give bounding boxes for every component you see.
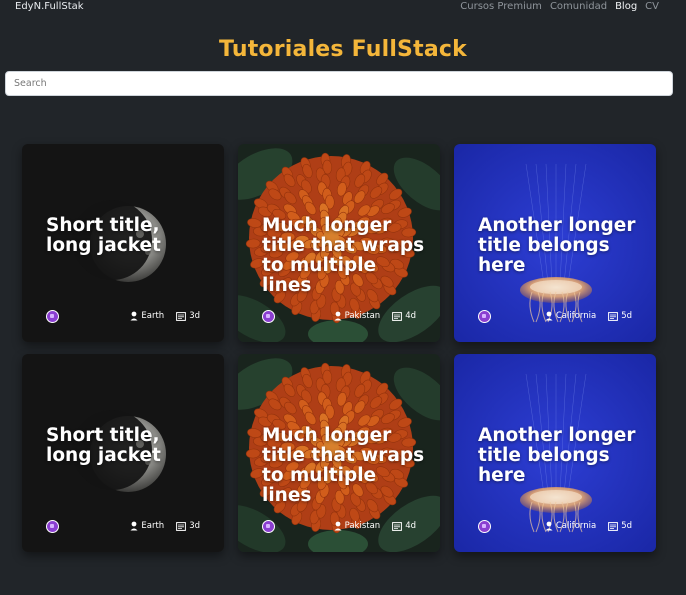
calendar-icon bbox=[608, 521, 619, 531]
card-meta: Earth 3d bbox=[130, 311, 200, 321]
card-location: California bbox=[555, 311, 597, 321]
post-card[interactable]: Another longer title belongs here Califo… bbox=[454, 144, 656, 342]
search-input[interactable] bbox=[5, 71, 673, 96]
card-footer: Pakistan 4d bbox=[262, 310, 416, 325]
post-card[interactable]: Another longer title belongs here Califo… bbox=[454, 354, 656, 552]
card-title: Another longer title belongs here bbox=[478, 425, 636, 486]
card-meta: Earth 3d bbox=[130, 521, 200, 531]
brand-link[interactable]: EdyN.FullStak bbox=[15, 1, 84, 12]
card-footer: Pakistan 4d bbox=[262, 520, 416, 535]
avatar[interactable] bbox=[46, 520, 59, 533]
person-icon bbox=[545, 521, 553, 531]
calendar-icon bbox=[176, 521, 187, 531]
person-icon bbox=[545, 311, 553, 321]
person-icon bbox=[130, 521, 138, 531]
card-location: Pakistan bbox=[344, 311, 381, 321]
card-date: 3d bbox=[189, 311, 200, 321]
card-title: Much longer title that wraps to multiple… bbox=[262, 425, 425, 506]
avatar[interactable] bbox=[478, 520, 491, 533]
card-footer: California 5d bbox=[478, 310, 632, 325]
nav-links: Cursos Premium Comunidad Blog CV bbox=[460, 1, 659, 12]
card-meta: California 5d bbox=[545, 521, 632, 531]
post-card[interactable]: Much longer title that wraps to multiple… bbox=[238, 144, 440, 342]
card-title: Short title, long jacket bbox=[46, 215, 161, 256]
calendar-icon bbox=[392, 311, 403, 321]
card-title: Short title, long jacket bbox=[46, 425, 161, 466]
card-footer: California 5d bbox=[478, 520, 632, 535]
card-date: 3d bbox=[189, 521, 200, 531]
card-meta: Pakistan 4d bbox=[334, 521, 416, 531]
card-meta: Pakistan 4d bbox=[334, 311, 416, 321]
card-grid: Short title, long jacket Earth 3d Much l… bbox=[22, 144, 656, 552]
post-card[interactable]: Short title, long jacket Earth 3d bbox=[22, 354, 224, 552]
card-meta: California 5d bbox=[545, 311, 632, 321]
card-location: Earth bbox=[141, 311, 165, 321]
person-icon bbox=[334, 311, 342, 321]
card-location: Pakistan bbox=[344, 521, 381, 531]
nav-link-cv[interactable]: CV bbox=[645, 1, 659, 12]
person-icon bbox=[130, 311, 138, 321]
person-icon bbox=[334, 521, 342, 531]
card-title: Another longer title belongs here bbox=[478, 215, 636, 276]
avatar[interactable] bbox=[478, 310, 491, 323]
nav-link-blog[interactable]: Blog bbox=[615, 1, 637, 12]
calendar-icon bbox=[392, 521, 403, 531]
card-location: California bbox=[555, 521, 597, 531]
card-date: 4d bbox=[405, 521, 416, 531]
post-card[interactable]: Short title, long jacket Earth 3d bbox=[22, 144, 224, 342]
top-navbar: EdyN.FullStak Cursos Premium Comunidad B… bbox=[0, 0, 686, 14]
card-date: 4d bbox=[405, 311, 416, 321]
post-card[interactable]: Much longer title that wraps to multiple… bbox=[238, 354, 440, 552]
calendar-icon bbox=[176, 311, 187, 321]
page-title: Tutoriales FullStack bbox=[219, 37, 467, 62]
card-footer: Earth 3d bbox=[46, 310, 200, 325]
card-footer: Earth 3d bbox=[46, 520, 200, 535]
card-location: Earth bbox=[141, 521, 165, 531]
card-title: Much longer title that wraps to multiple… bbox=[262, 215, 425, 296]
avatar[interactable] bbox=[262, 310, 275, 323]
nav-link-comunidad[interactable]: Comunidad bbox=[550, 1, 607, 12]
avatar[interactable] bbox=[46, 310, 59, 323]
card-date: 5d bbox=[621, 521, 632, 531]
card-date: 5d bbox=[621, 311, 632, 321]
avatar[interactable] bbox=[262, 520, 275, 533]
nav-link-cursos-premium[interactable]: Cursos Premium bbox=[460, 1, 542, 12]
calendar-icon bbox=[608, 311, 619, 321]
